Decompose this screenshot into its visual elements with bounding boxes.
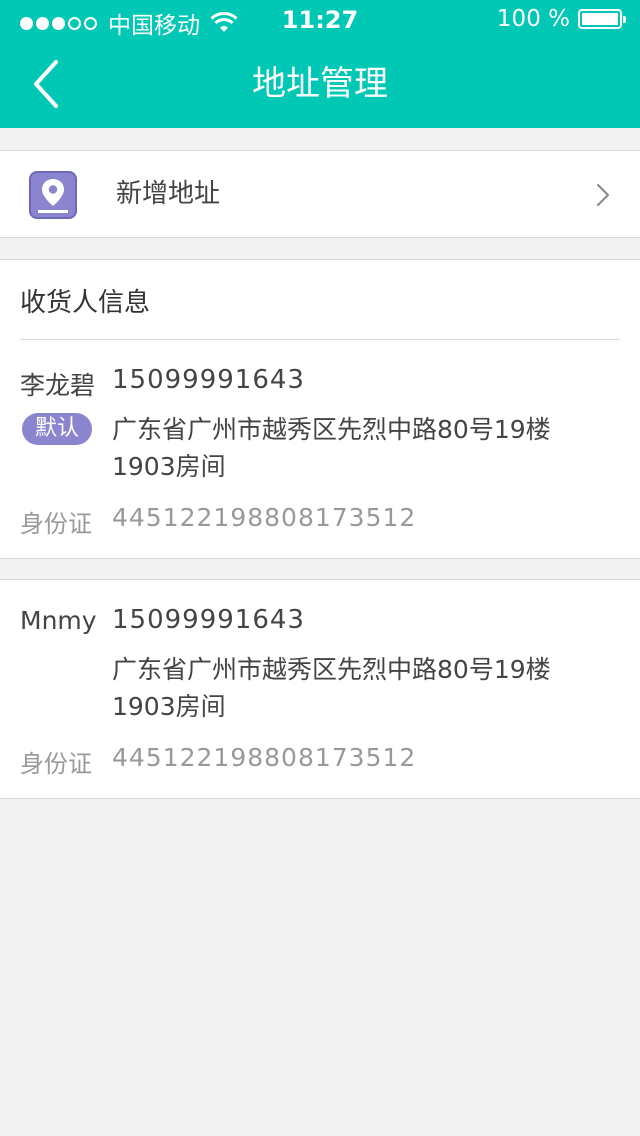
- recipient-address: 广东省广州市越秀区先烈中路80号19楼1903房间: [112, 415, 551, 481]
- section-header: 收货人信息: [20, 288, 151, 318]
- address-card[interactable]: 收货人信息 李龙碧 15099991643 默认 广东省广州市越秀区先烈中路80…: [0, 259, 640, 559]
- nav-bar: 地址管理: [0, 40, 640, 128]
- location-pin-icon: [29, 171, 77, 219]
- page-title: 地址管理: [252, 64, 388, 104]
- id-number: 445122198808173512: [112, 743, 417, 772]
- status-bar: 中国移动 11:27 100 %: [0, 0, 640, 40]
- id-number: 445122198808173512: [112, 503, 417, 532]
- recipient-name: Mnmy: [20, 606, 97, 635]
- id-label: 身份证: [20, 510, 92, 538]
- chevron-right-icon: [597, 184, 609, 206]
- recipient-phone: 15099991643: [112, 605, 305, 635]
- id-label: 身份证: [20, 750, 92, 778]
- address-card[interactable]: Mnmy 15099991643 广东省广州市越秀区先烈中路80号19楼1903…: [0, 579, 640, 799]
- recipient-name: 李龙碧: [20, 371, 96, 400]
- battery-fill: [582, 13, 618, 25]
- default-badge: 默认: [22, 413, 92, 445]
- add-address-label: 新增地址: [116, 179, 221, 209]
- divider: [20, 339, 620, 340]
- battery-percentage: 100 %: [496, 6, 570, 32]
- battery-icon: [578, 9, 626, 29]
- recipient-address: 广东省广州市越秀区先烈中路80号19楼1903房间: [112, 655, 551, 721]
- add-address-row[interactable]: 新增地址: [0, 150, 640, 238]
- battery-tip: [623, 16, 626, 23]
- status-right: 100 %: [496, 6, 626, 32]
- recipient-phone: 15099991643: [112, 365, 305, 395]
